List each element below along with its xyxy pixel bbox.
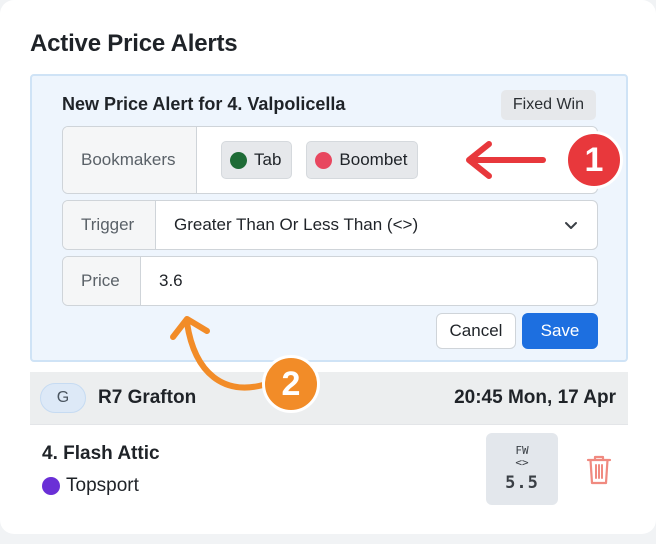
bookmaker-chip-label: Boombet (339, 150, 408, 169)
price-input[interactable]: 3.6 (141, 257, 597, 305)
new-alert-form: New Price Alert for 4. Valpolicella Fixe… (30, 74, 628, 362)
alerts-card: Active Price Alerts New Price Alert for … (0, 0, 656, 534)
trigger-select-value: Greater Than Or Less Than (<>) (174, 215, 419, 234)
trash-icon[interactable] (584, 453, 614, 487)
race-code-badge: G (40, 383, 86, 413)
annotation-number-1: 1 (565, 131, 623, 189)
alert-price-box: FW <> 5.5 (486, 433, 558, 505)
bookmakers-label: Bookmakers (63, 127, 197, 193)
trigger-label: Trigger (63, 201, 156, 249)
bookmaker-chip-label: Tab (254, 150, 282, 169)
trigger-select[interactable]: Greater Than Or Less Than (<>) (156, 201, 597, 249)
cancel-button[interactable]: Cancel (436, 313, 516, 349)
price-operator: <> (515, 456, 529, 469)
alert-form-heading: New Price Alert for 4. Valpolicella (62, 94, 346, 114)
bookmaker-chip-tab[interactable]: Tab (221, 141, 293, 179)
alert-bookmaker-name: Topsport (66, 475, 139, 496)
bookmaker-chip-boombet[interactable]: Boombet (306, 141, 419, 179)
bookmaker-color-dot (315, 151, 333, 169)
alert-row: 4. Flash Attic Topsport FW <> 5.5 (30, 424, 628, 510)
price-label: Price (63, 257, 141, 305)
runner-name: 4. Flash Attic (42, 443, 160, 464)
race-header: G R7 Grafton 20:45 Mon, 17 Apr (30, 372, 628, 424)
arrow-curved-annotation (170, 316, 266, 391)
bet-type-badge: Fixed Win (500, 90, 596, 120)
bookmaker-color-dot (42, 477, 60, 495)
bookmaker-color-dot (230, 151, 247, 169)
trigger-field: Trigger Greater Than Or Less Than (<>) (62, 200, 598, 250)
page-title: Active Price Alerts (30, 30, 238, 57)
save-button[interactable]: Save (522, 313, 598, 349)
alert-price: 5.5 (505, 473, 539, 493)
price-field: Price 3.6 (62, 256, 598, 306)
arrow-left-annotation (466, 141, 546, 179)
race-time: 20:45 Mon, 17 Apr (454, 387, 616, 408)
alert-bookmaker: Topsport (42, 475, 139, 497)
annotation-number-2: 2 (262, 355, 320, 413)
chevron-down-icon (565, 222, 577, 229)
